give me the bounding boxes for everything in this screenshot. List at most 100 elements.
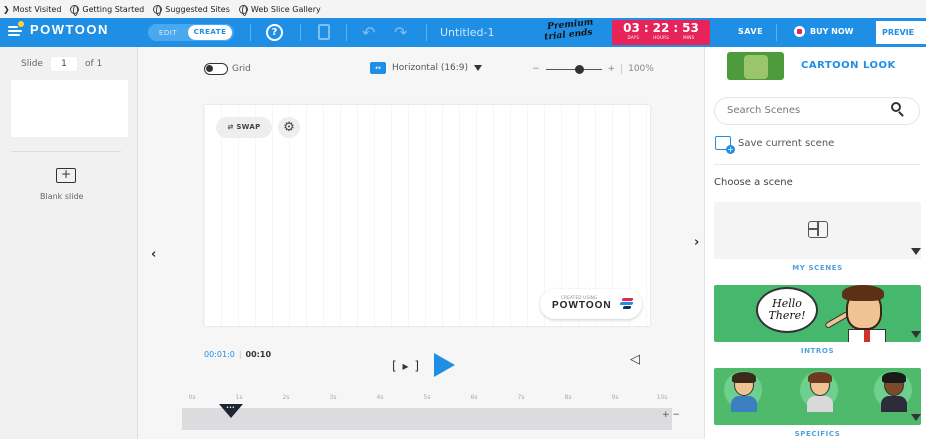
powtoon-logo[interactable]: POWTOON — [8, 20, 109, 37]
bubble-line2: There! — [768, 309, 806, 322]
timer-colon: : — [643, 21, 649, 35]
bookmark-label: Most Visited — [12, 4, 62, 14]
dropdown-caret-icon[interactable] — [911, 414, 921, 421]
collapse-right-chevron-icon[interactable]: › — [694, 235, 699, 250]
category-my-scenes[interactable] — [714, 202, 921, 259]
zoom-slider-knob[interactable] — [575, 64, 585, 74]
globe-icon — [153, 4, 163, 16]
ruler-tick: 1s — [235, 394, 243, 401]
dropdown-caret-icon[interactable] — [911, 331, 921, 338]
bookmark-label: Web Slice Gallery — [250, 4, 321, 14]
category-label: SPECIFICS — [794, 430, 841, 438]
slide-canvas[interactable]: ⇄ SWAP ⚙ CREATED USING POWTOON — [204, 105, 650, 326]
bookmark-web-slice-gallery[interactable]: Web Slice Gallery — [238, 4, 321, 16]
category-intros[interactable]: Hello There! — [714, 285, 921, 342]
cart-icon — [794, 26, 805, 37]
buy-now-button[interactable]: BUY NOW — [794, 26, 854, 37]
play-frame-button[interactable]: [ ▸ ] — [392, 359, 420, 373]
aspect-ratio-label: Horizontal (16:9) — [392, 63, 469, 73]
timer-mins: 53 — [682, 21, 699, 35]
dropdown-caret-icon — [474, 65, 483, 71]
save-button[interactable]: SAVE — [738, 27, 763, 36]
trial-notice: Premium trial ends — [539, 15, 619, 50]
document-icon[interactable] — [318, 24, 330, 40]
collapse-left-chevron-icon[interactable]: ‹ — [151, 247, 156, 262]
redo-icon[interactable]: ↷ — [394, 23, 407, 42]
save-scene-icon — [715, 136, 735, 154]
document-title[interactable]: Untitled-1 — [440, 26, 494, 39]
globe-icon — [70, 4, 80, 16]
preview-button[interactable]: PREVIE — [876, 21, 926, 44]
timer-mins-label: MINS — [683, 35, 695, 40]
timer-hours-label: HOURS — [653, 35, 670, 40]
category-label: MY SCENES — [792, 264, 843, 272]
add-blank-slide-icon[interactable]: + — [56, 168, 76, 183]
powtoon-watermark: CREATED USING POWTOON — [540, 289, 642, 319]
gear-icon[interactable]: ⚙ — [278, 117, 300, 138]
blank-slide-label[interactable]: Blank slide — [40, 192, 83, 201]
undo-icon[interactable]: ↶ — [362, 23, 375, 42]
search-icon[interactable] — [891, 102, 904, 117]
timeline-track[interactable] — [182, 408, 672, 430]
timer-colon: : — [673, 21, 679, 35]
zoom-out-button[interactable]: − — [532, 64, 540, 74]
edit-create-toggle[interactable]: EDIT CREATE — [148, 24, 234, 41]
save-current-scene-button[interactable]: Save current scene — [715, 136, 835, 154]
buy-now-label: BUY NOW — [810, 27, 854, 36]
category-specifics[interactable] — [714, 368, 921, 425]
bookmark-getting-started[interactable]: Getting Started — [70, 4, 145, 16]
style-selector[interactable]: CARTOON LOOK — [705, 47, 926, 84]
timer-days-label: DAYS — [627, 35, 640, 40]
timer-days: 03 — [623, 21, 640, 35]
mode-edit[interactable]: EDIT — [148, 29, 188, 37]
ruler-tick: 6s — [470, 394, 478, 401]
scenes-panel: CARTOON LOOK Search Scenes Save current … — [704, 47, 926, 439]
bookmarks-bar: ❯ Most Visited Getting Started Suggested… — [0, 0, 926, 18]
toggle-switch-icon[interactable] — [204, 63, 228, 75]
playhead-grip-icon: ••• — [226, 405, 235, 411]
brand-name: POWTOON — [30, 22, 109, 37]
current-time: 00:01:0 — [204, 350, 235, 359]
globe-icon — [238, 4, 248, 16]
total-time: 00:10 — [245, 350, 272, 359]
folder-icon: ❯ — [3, 4, 10, 14]
layout-icon — [808, 221, 828, 238]
toolbar-divider — [426, 24, 427, 41]
bookmark-suggested-sites[interactable]: Suggested Sites — [153, 4, 230, 16]
zoom-control: − + 100% — [532, 64, 654, 74]
swap-button[interactable]: ⇄ SWAP — [216, 117, 272, 138]
mode-create[interactable]: CREATE — [188, 25, 232, 40]
grid-toggle[interactable]: Grid — [204, 63, 251, 75]
slide-total: of 1 — [84, 59, 103, 69]
aspect-ratio-select[interactable]: ↔ Horizontal (16:9) — [370, 62, 483, 74]
slide-counter: Slide 1 of 1 — [21, 57, 102, 71]
bookmark-label: Suggested Sites — [165, 4, 230, 14]
volume-icon[interactable]: ◁ — [630, 352, 640, 367]
zoom-slider[interactable] — [545, 64, 602, 74]
save-scene-label: Save current scene — [738, 137, 835, 149]
toolbar-divider — [250, 24, 251, 41]
slide-number-input[interactable]: 1 — [50, 57, 77, 71]
powtoon-editor: ❯ Most Visited Getting Started Suggested… — [0, 0, 926, 439]
search-scenes-input[interactable]: Search Scenes — [714, 97, 920, 125]
top-toolbar: POWTOON EDIT CREATE ? ↶ ↷ Untitled-1 Pre… — [0, 15, 926, 50]
slides-panel: Slide 1 of 1 + Blank slide — [0, 47, 138, 439]
slide-thumbnail[interactable] — [11, 80, 128, 137]
powtoon-mark-icon — [619, 298, 634, 309]
toolbar-divider — [346, 24, 347, 41]
help-icon[interactable]: ? — [266, 24, 283, 41]
character-hair — [842, 285, 884, 301]
ruler-tick: 8s — [564, 394, 572, 401]
toolbar-divider — [300, 24, 301, 41]
zoom-in-button[interactable]: + — [608, 64, 616, 74]
slide-label: Slide — [21, 59, 43, 69]
character-figure — [805, 372, 835, 412]
bookmark-most-visited[interactable]: ❯ Most Visited — [3, 5, 61, 14]
timeline-zoom-buttons[interactable]: + − — [662, 411, 680, 420]
play-icon[interactable] — [434, 353, 455, 377]
bookmark-label: Getting Started — [82, 4, 145, 14]
watermark-brand: POWTOON — [552, 300, 612, 311]
dropdown-caret-icon[interactable] — [911, 248, 921, 255]
ruler-tick: 10s — [656, 394, 668, 401]
cartoon-look-thumbnail — [727, 52, 784, 80]
